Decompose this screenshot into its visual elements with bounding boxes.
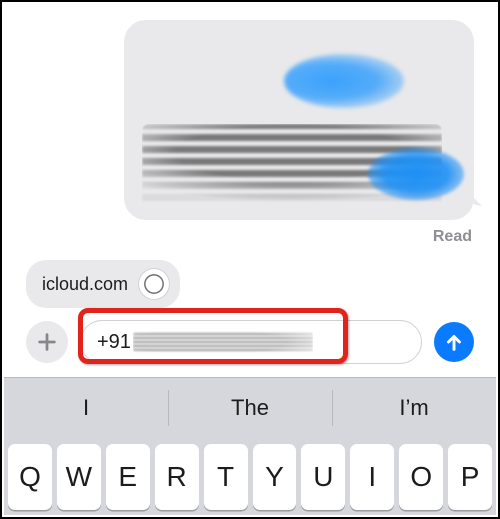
plus-icon <box>36 331 58 353</box>
compose-row: +91 <box>26 310 474 374</box>
key-u[interactable]: U <box>301 444 345 510</box>
key-e[interactable]: E <box>106 444 150 510</box>
link-preview-chip[interactable]: icloud.com <box>26 260 180 308</box>
suggestion-2[interactable]: The <box>168 378 332 438</box>
add-attachment-button[interactable] <box>26 321 68 363</box>
key-i[interactable]: I <box>350 444 394 510</box>
key-o[interactable]: O <box>399 444 443 510</box>
key-w[interactable]: W <box>57 444 101 510</box>
read-receipt: Read <box>433 228 472 246</box>
redacted-image-blue-right <box>368 148 464 200</box>
key-q[interactable]: Q <box>8 444 52 510</box>
message-input[interactable]: +91 <box>80 320 422 364</box>
quicktype-bar: I The I’m <box>4 378 496 438</box>
redacted-phone-number <box>133 331 313 353</box>
link-preview-row: icloud.com <box>26 260 180 308</box>
ios-keyboard: I The I’m Q W E R T Y U I O P <box>4 377 496 515</box>
message-input-text: +91 <box>97 331 131 354</box>
keyboard-row-1: Q W E R T Y U I O P <box>4 438 496 510</box>
key-t[interactable]: T <box>204 444 248 510</box>
suggestion-1[interactable]: I <box>4 378 168 438</box>
link-preview-domain: icloud.com <box>42 274 128 295</box>
arrow-up-icon <box>443 331 465 353</box>
key-p[interactable]: P <box>448 444 492 510</box>
message-bubble[interactable] <box>124 20 474 220</box>
key-y[interactable]: Y <box>253 444 297 510</box>
redacted-image-blue <box>284 54 404 108</box>
send-button[interactable] <box>434 322 474 362</box>
conversation-pane: Read <box>2 2 498 252</box>
safari-compass-icon <box>138 268 170 300</box>
screenshot-frame: Read icloud.com +91 <box>0 0 500 519</box>
key-r[interactable]: R <box>155 444 199 510</box>
suggestion-3[interactable]: I’m <box>332 378 496 438</box>
